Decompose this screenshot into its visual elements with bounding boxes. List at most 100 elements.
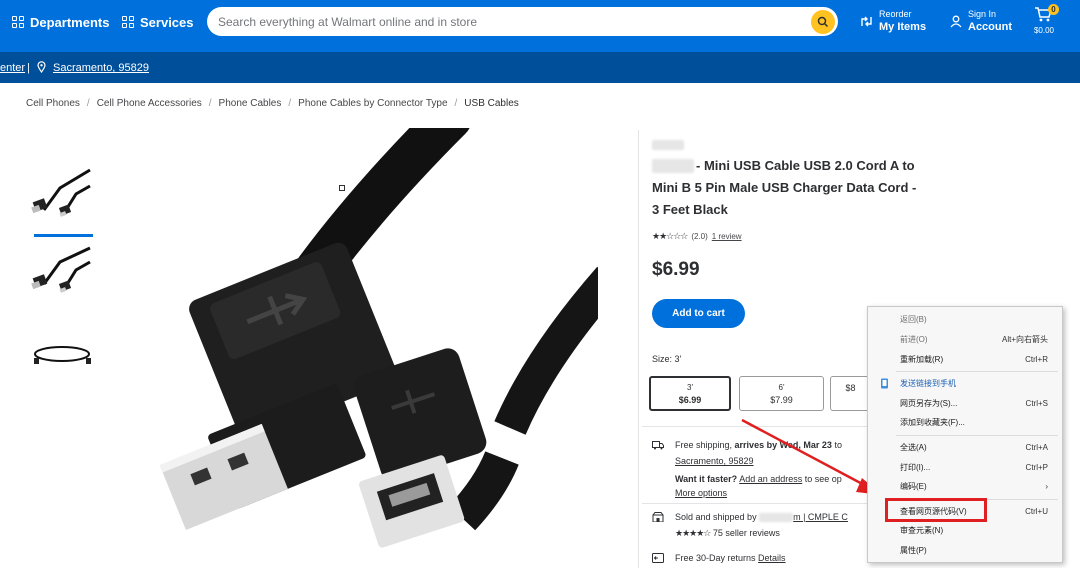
menu-item-shortcut: Ctrl+S [1025, 399, 1048, 408]
arrival-date: arrives by Wed, Mar 23 [734, 440, 832, 450]
grid-icon [122, 16, 134, 28]
menu-item-label: 网页另存为(S)... [900, 399, 958, 408]
size-option-size: 3' [687, 383, 693, 392]
product-title-text: - Mini USB Cable USB 2.0 Cord A to Mini … [652, 158, 917, 217]
context-menu-save-as[interactable]: 网页另存为(S)... Ctrl+S [868, 394, 1062, 413]
product-price: $6.99 [652, 259, 700, 280]
size-option-price: $7.99 [770, 395, 793, 405]
more-options-link[interactable]: More options [675, 488, 727, 498]
menu-item-shortcut: Alt+向右箭头 [1001, 335, 1048, 344]
size-option-3ft[interactable]: 3' $6.99 [649, 376, 731, 411]
context-menu-reload[interactable]: 重新加载(R) Ctrl+R [868, 350, 1062, 369]
reorder-icon [861, 16, 872, 27]
shipping-location-link[interactable]: Sacramento, 95829 [675, 456, 754, 466]
product-thumbnail-3[interactable] [30, 330, 94, 386]
services-button[interactable]: Services [122, 12, 194, 32]
shipping-text: Free shipping, [675, 440, 735, 450]
menu-item-label: 添加到收藏夹(F)... [900, 418, 965, 427]
cart-amount: $0.00 [1033, 26, 1055, 35]
cursor-handle [339, 185, 345, 191]
size-option-price: $8 [845, 383, 856, 393]
chevron-right-icon: › [1045, 482, 1048, 491]
location-separator: | [27, 62, 30, 74]
search-button[interactable] [811, 9, 835, 34]
truck-icon [652, 441, 664, 450]
faster-label: Want it faster? [675, 474, 738, 484]
section-divider [642, 503, 882, 504]
seller-reviews: 75 seller reviews [712, 528, 780, 538]
context-menu-properties[interactable]: 属性(P) [868, 541, 1062, 560]
account-link[interactable]: Sign In Account [950, 9, 1012, 34]
size-option-6ft[interactable]: 6' $7.99 [739, 376, 824, 411]
product-main-image [159, 128, 598, 548]
thumbnail-selected-indicator [34, 234, 93, 237]
add-to-cart-button[interactable]: Add to cart [652, 299, 745, 328]
seller-stars: ★★★★☆ [675, 528, 711, 538]
size-option-more[interactable]: $8 [830, 376, 870, 411]
breadcrumb-current[interactable]: USB Cables [464, 98, 518, 109]
menu-item-label: 发送链接到手机 [900, 379, 956, 388]
menu-item-shortcut: Ctrl+U [1025, 507, 1048, 516]
store-link[interactable]: enter [0, 62, 25, 74]
breadcrumb-item[interactable]: Cell Phones [26, 98, 80, 109]
product-title: - Mini USB Cable USB 2.0 Cord A to Mini … [652, 155, 917, 221]
context-menu-inspect[interactable]: 审查元素(N) [868, 521, 1062, 540]
add-address-link[interactable]: Add an address [739, 474, 802, 484]
menu-item-label: 属性(P) [900, 546, 927, 555]
sold-by-label: Sold and shipped by [675, 512, 760, 522]
context-menu-add-favorite[interactable]: 添加到收藏夹(F)... [868, 413, 1062, 432]
menu-separator [896, 371, 1058, 372]
breadcrumb-separator: / [454, 98, 458, 109]
menu-item-label: 前进(O) [900, 335, 928, 344]
menu-item-label: 全选(A) [900, 443, 927, 452]
grid-icon [12, 16, 24, 28]
product-rating: ★★☆☆☆ (2.0) 1 review [652, 231, 742, 242]
seller-link[interactable]: m | CMPLE C [793, 512, 848, 522]
redacted-seller [759, 513, 794, 523]
breadcrumb-item[interactable]: Phone Cables [219, 98, 282, 109]
services-label: Services [140, 14, 194, 30]
location-bar: enter | Sacramento, 95829 [0, 52, 1080, 83]
breadcrumb-item[interactable]: Cell Phone Accessories [97, 98, 202, 109]
menu-item-shortcut: Ctrl+A [1025, 443, 1048, 452]
context-menu-select-all[interactable]: 全选(A) Ctrl+A [868, 438, 1062, 457]
user-icon [950, 15, 962, 28]
product-thumbnail-1[interactable] [30, 166, 94, 222]
reviews-link[interactable]: 1 review [712, 232, 742, 241]
returns-text: Free 30-Day returns [675, 553, 759, 563]
phone-icon [881, 378, 888, 389]
context-menu-encoding[interactable]: 编码(E) › [868, 477, 1062, 496]
breadcrumb-separator: / [208, 98, 212, 109]
breadcrumb-separator: / [288, 98, 292, 109]
context-menu-send-to-phone[interactable]: 发送链接到手机 [868, 374, 1062, 393]
top-header: Departments Services Reorder My Items S [0, 0, 1080, 52]
menu-item-shortcut: Ctrl+P [1025, 463, 1048, 472]
menu-item-label: 返回(B) [900, 315, 927, 324]
context-menu-forward[interactable]: 前进(O) Alt+向右箭头 [868, 330, 1062, 349]
location-pin-icon [37, 61, 46, 73]
size-option-size: 6' [778, 383, 785, 392]
signin-small-label: Sign In [968, 9, 997, 19]
reorder-link[interactable]: Reorder My Items [860, 9, 926, 34]
returns-details-link[interactable]: Details [758, 553, 786, 563]
location-link[interactable]: Sacramento, 95829 [53, 62, 149, 74]
section-divider [642, 426, 882, 427]
search-bar [207, 7, 838, 36]
size-option-price: $6.99 [678, 395, 702, 405]
menu-item-label: 审查元素(N) [900, 526, 944, 535]
product-thumbnail-2[interactable] [30, 244, 94, 300]
context-menu-print[interactable]: 打印(I)... Ctrl+P [868, 458, 1062, 477]
reorder-small-label: Reorder [879, 9, 912, 19]
search-input[interactable] [218, 14, 811, 29]
menu-separator [896, 435, 1058, 436]
rating-value: (2.0) [691, 232, 708, 241]
address-tail: to see op [802, 474, 842, 484]
departments-button[interactable]: Departments [12, 12, 109, 32]
breadcrumb-item[interactable]: Phone Cables by Connector Type [298, 98, 447, 109]
view-source-highlight-box [885, 498, 987, 522]
context-menu-back[interactable]: 返回(B) [868, 310, 1062, 329]
shipping-to: to [831, 440, 842, 450]
menu-item-shortcut: Ctrl+R [1025, 355, 1048, 364]
breadcrumb-separator: / [86, 98, 90, 109]
context-menu: 返回(B) 前进(O) Alt+向右箭头 重新加载(R) Ctrl+R 发送链接… [867, 306, 1063, 563]
